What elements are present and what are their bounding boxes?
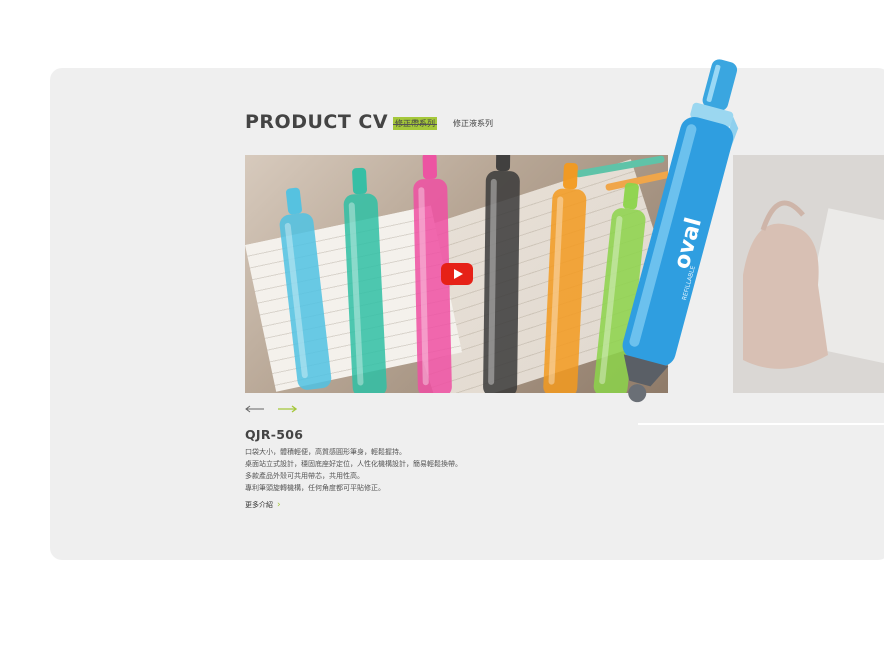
section-title: PRODUCT CV <box>245 111 389 133</box>
description-line: 多款產品外殼可共用帶芯，共用性高。 <box>245 472 364 480</box>
more-info-label: 更多介紹 <box>245 501 273 509</box>
product-model: QJR-506 <box>245 427 304 442</box>
video-pen <box>343 167 387 393</box>
video-pen <box>483 155 520 393</box>
tab-correction-fluid[interactable]: 修正液系列 <box>451 117 495 130</box>
description-line: 專利筆頭旋轉機構，任何角度都可平貼修正。 <box>245 484 385 492</box>
featured-pen-illustration: oval REFILLABLE <box>622 59 739 403</box>
arrow-right-icon[interactable] <box>277 405 297 413</box>
video-pen <box>543 162 587 393</box>
video-pen <box>279 187 332 390</box>
tab-correction-tape[interactable]: 修正帶系列 <box>393 117 437 130</box>
carousel-controls <box>245 405 297 413</box>
more-info-link[interactable]: 更多介紹 › <box>245 500 281 510</box>
series-tabs: 修正帶系列 修正液系列 <box>393 117 495 130</box>
youtube-play-icon[interactable] <box>441 263 473 285</box>
chevron-right-icon: › <box>277 500 281 510</box>
arrow-left-icon[interactable] <box>245 405 265 413</box>
product-description: 口袋大小，體積輕便，高質感圓形筆身，輕鬆握持。 桌面站立式設計，穩固底座好定位，… <box>245 446 462 494</box>
description-line: 口袋大小，體積輕便，高質感圓形筆身，輕鬆握持。 <box>245 448 406 456</box>
description-line: 桌面站立式設計，穩固底座好定位，人性化機構設計，簡易輕鬆換帶。 <box>245 460 462 468</box>
slide-progress-line <box>638 423 884 425</box>
